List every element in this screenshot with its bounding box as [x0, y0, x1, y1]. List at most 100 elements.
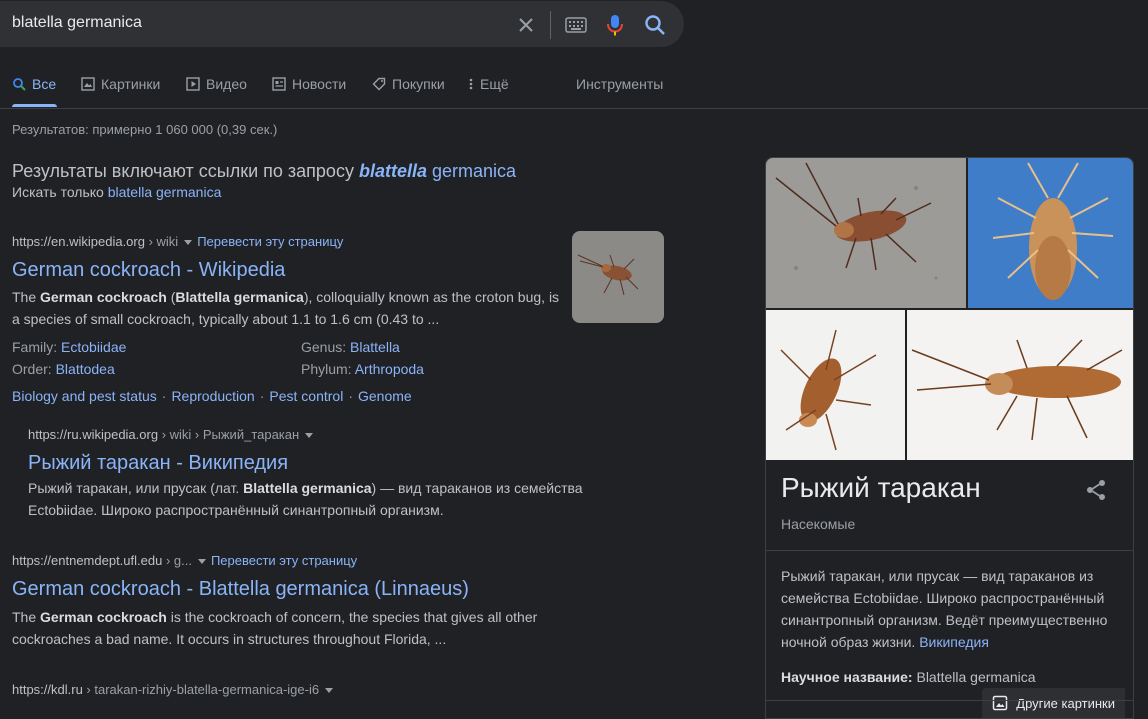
- result-cite: https://en.wikipedia.org › wiki Перевести…: [12, 234, 343, 249]
- panel-image[interactable]: [968, 158, 1133, 308]
- tab-label: Новости: [292, 76, 347, 92]
- snippet-text: is the cockroach of concern, the species…: [166, 609, 538, 625]
- more-images-button[interactable]: Другие картинки: [982, 688, 1125, 718]
- translate-link[interactable]: Перевести эту страницу: [211, 553, 357, 568]
- fact-value[interactable]: Blattella: [350, 339, 400, 355]
- search-icon[interactable]: [643, 13, 667, 37]
- snippet-bold: German cockroach: [40, 289, 167, 305]
- search-box[interactable]: blatella germanica: [0, 1, 684, 47]
- close-icon[interactable]: [516, 15, 536, 35]
- fact-label: Order:: [12, 361, 52, 377]
- tab-more[interactable]: Ещё: [468, 76, 509, 92]
- tab-label: Все: [32, 76, 57, 92]
- image-icon: [993, 695, 1008, 711]
- corrected-term-bold: blattella: [358, 161, 427, 181]
- sitelink[interactable]: Genome: [358, 388, 412, 404]
- tab-all[interactable]: Все: [12, 76, 56, 92]
- tab-label: Картинки: [101, 76, 161, 92]
- result-snippet: The German cockroach (Blattella germanic…: [12, 286, 567, 330]
- active-tab-indicator: [12, 104, 57, 107]
- tag-icon: [372, 77, 386, 91]
- menu-triangle-icon[interactable]: [184, 239, 193, 245]
- sitelink[interactable]: Pest control: [269, 388, 343, 404]
- cockroach-thumbnail-image: [572, 231, 664, 323]
- snippet-text: Ectobiidae. Широко распространённый сина…: [28, 502, 444, 518]
- snippet-text: ) — вид тараканов из семейства: [371, 480, 583, 496]
- translate-link[interactable]: Перевести эту страницу: [197, 234, 343, 249]
- fact-value[interactable]: Blattodea: [56, 361, 115, 377]
- corrected-query-link[interactable]: blattella germanica: [359, 161, 516, 181]
- panel-description: Рыжий таракан, или прусак — вид таракано…: [781, 565, 1121, 653]
- snippet-text: The: [12, 609, 41, 625]
- knowledge-panel: Другие картинки Рыжий таракан Насекомые …: [765, 157, 1134, 719]
- cockroach-photo: [766, 158, 966, 308]
- original-query-prefix: Искать только: [12, 184, 108, 200]
- tab-shopping[interactable]: Покупки: [372, 76, 445, 92]
- description-source-link[interactable]: Википедия: [919, 634, 989, 650]
- result-snippet: The German cockroach is the cockroach of…: [12, 606, 612, 650]
- panel-title: Рыжий таракан: [781, 472, 981, 503]
- tab-label: Покупки: [392, 76, 445, 92]
- scientific-name: Научное название: Blattella germanica: [781, 669, 1036, 685]
- snippet-text: cockroaches a bad name. It occurs in str…: [12, 631, 447, 647]
- keyboard-icon[interactable]: [565, 17, 587, 33]
- result-domain: https://entnemdept.ufl.edu: [12, 553, 163, 568]
- result-breadcrumb: › wiki: [144, 234, 179, 249]
- result-domain: https://en.wikipedia.org: [12, 234, 145, 249]
- panel-divider: [766, 550, 1133, 551]
- news-icon: [272, 77, 286, 91]
- tab-tools[interactable]: Инструменты: [576, 76, 663, 92]
- result-sitelinks: Biology and pest status · Reproduction · Pes…: [12, 388, 412, 404]
- panel-image[interactable]: [766, 310, 905, 460]
- search-input[interactable]: blatella germanica: [12, 14, 142, 32]
- menu-triangle-icon[interactable]: [325, 687, 334, 693]
- sitelink[interactable]: Biology and pest status: [12, 388, 157, 404]
- search-divider: [550, 11, 551, 39]
- fact-phylum: Phylum: Arthropoda: [301, 361, 424, 377]
- original-query-link[interactable]: blatella germanica: [108, 184, 222, 200]
- scientific-name-value: Blattella germanica: [916, 669, 1036, 685]
- cockroach-side-photo: [907, 310, 1133, 460]
- scientific-name-label: Научное название:: [781, 669, 913, 685]
- snippet-text: a species of small cockroach, typically …: [12, 311, 440, 327]
- menu-triangle-icon[interactable]: [197, 558, 206, 564]
- correction-prefix: Результаты включают ссылки по запросу: [12, 161, 359, 181]
- snippet-bold: Blattella germanica: [175, 289, 304, 305]
- tab-label: Инструменты: [576, 76, 664, 92]
- snippet-bold: German cockroach: [40, 609, 167, 625]
- fact-value[interactable]: Arthropoda: [355, 361, 424, 377]
- snippet-text: Рыжий таракан, или прусак (лат.: [28, 480, 244, 496]
- share-icon[interactable]: [1084, 478, 1108, 502]
- fact-value[interactable]: Ectobiidae: [61, 339, 126, 355]
- result-breadcrumb: › tarakan-rizhiy-blatella-germanica-ige-…: [82, 682, 320, 697]
- menu-triangle-icon[interactable]: [305, 432, 314, 438]
- snippet-text: ), colloquially known as the croton bug,…: [303, 289, 560, 305]
- snippet-text: The: [12, 289, 41, 305]
- cockroach-underside-photo: [968, 158, 1133, 308]
- tab-news[interactable]: Новости: [272, 76, 346, 92]
- result-breadcrumb: › g...: [162, 553, 192, 568]
- result-stats: Результатов: примерно 1 060 000 (0,39 се…: [12, 122, 278, 137]
- snippet-bold: Blattella germanica: [243, 480, 372, 496]
- result-thumbnail[interactable]: [572, 231, 664, 323]
- panel-image[interactable]: [907, 310, 1133, 460]
- result-cite: https://kdl.ru › tarakan-rizhiy-blatella…: [12, 682, 338, 697]
- result-cite: https://ru.wikipedia.org › wiki › Рыжий_…: [28, 427, 318, 442]
- result-title[interactable]: German cockroach - Blattella germanica (…: [12, 578, 469, 601]
- result-title[interactable]: German cockroach - Wikipedia: [12, 259, 285, 282]
- panel-subtitle: Насекомые: [781, 516, 856, 532]
- result-breadcrumb: › wiki › Рыжий_таракан: [158, 427, 300, 442]
- mic-icon[interactable]: [604, 13, 626, 37]
- search-icon: [13, 78, 26, 91]
- tab-video[interactable]: Видео: [186, 76, 247, 92]
- tab-images[interactable]: Картинки: [81, 76, 160, 92]
- fact-genus: Genus: Blattella: [301, 339, 400, 355]
- play-icon: [186, 77, 200, 91]
- spelling-correction: Результаты включают ссылки по запросу bl…: [12, 161, 516, 182]
- result-title[interactable]: Рыжий таракан - Википедия: [28, 452, 288, 475]
- result-domain: https://ru.wikipedia.org: [28, 427, 159, 442]
- more-vert-icon: [469, 78, 473, 90]
- panel-image[interactable]: [766, 158, 966, 308]
- sitelink[interactable]: Reproduction: [171, 388, 254, 404]
- cockroach-white-bg-photo: [766, 310, 905, 460]
